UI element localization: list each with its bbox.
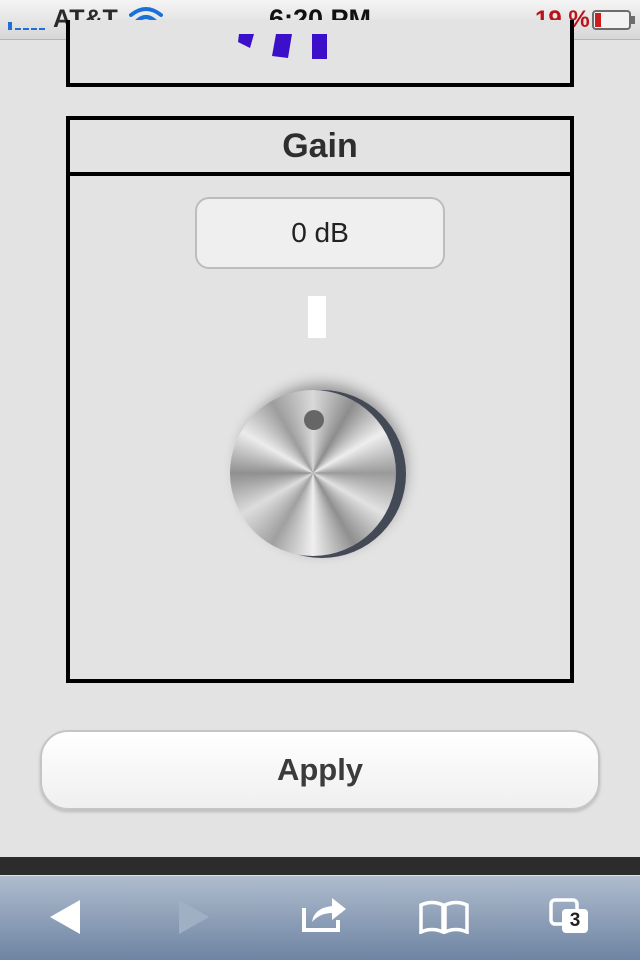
gain-value-display: 0 dB (195, 197, 445, 269)
tabs-button[interactable]: 3 (548, 894, 594, 940)
previous-panel (66, 20, 574, 87)
tab-count-badge: 3 (562, 909, 588, 933)
toolbar-divider (0, 857, 640, 875)
browser-toolbar: 3 (0, 875, 640, 960)
bookmarks-icon[interactable] (418, 900, 470, 934)
gain-panel: Gain 0 dB (66, 116, 574, 683)
apply-button[interactable]: Apply (40, 730, 600, 810)
knob-position-dot (304, 410, 324, 430)
gain-header: Gain (70, 120, 570, 176)
share-icon[interactable] (300, 894, 350, 934)
panel-graphic-fragment (238, 34, 327, 59)
gain-knob[interactable] (226, 384, 426, 584)
battery-icon (592, 10, 635, 30)
back-arrow-icon[interactable] (48, 898, 82, 936)
gain-title: Gain (282, 126, 358, 165)
gain-level-indicator (308, 296, 326, 338)
forward-arrow-icon[interactable] (177, 898, 211, 936)
knob-face[interactable] (230, 390, 396, 556)
